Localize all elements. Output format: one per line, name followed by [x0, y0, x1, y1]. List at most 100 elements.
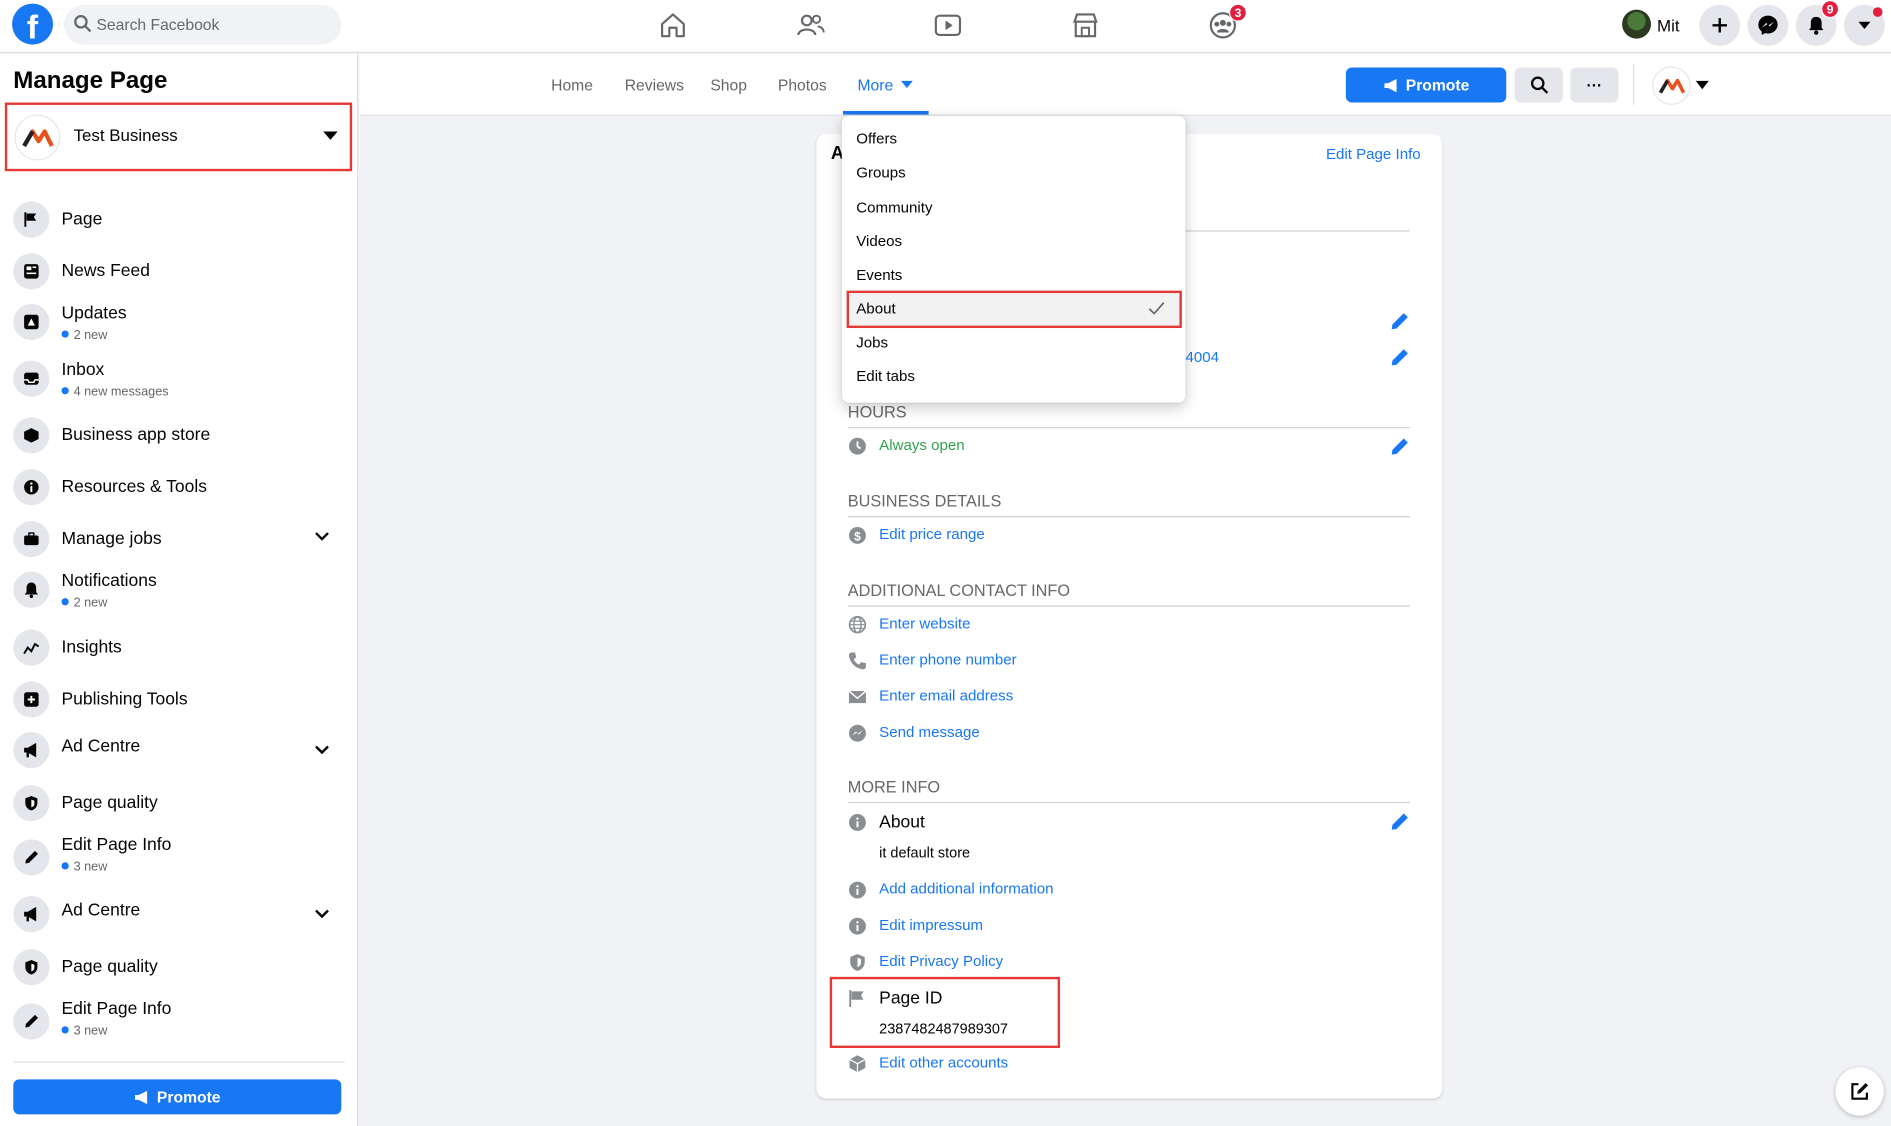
friends-icon[interactable] [795, 10, 826, 41]
sidebar-item-ad-centre[interactable]: Ad Centre [13, 728, 345, 771]
tab-shop[interactable]: Shop [710, 76, 747, 94]
about-label: About [879, 812, 925, 833]
shield-icon [850, 953, 865, 971]
sidebar-item-page-quality[interactable]: Page quality [13, 785, 345, 828]
sidebar-item-sub: 2 new [62, 328, 108, 342]
sidebar-item-manage-jobs[interactable]: Manage jobs [13, 520, 345, 564]
create-button[interactable] [1699, 4, 1741, 46]
sidebar-item-page-quality-2[interactable]: Page quality [13, 949, 345, 992]
new-message-button[interactable] [1835, 1067, 1884, 1116]
sidebar-item-page[interactable]: Page [13, 201, 345, 244]
sidebar-item-inbox[interactable]: Inbox 4 new messages [13, 360, 345, 404]
sidebar-item-resources-tools[interactable]: Resources & Tools [13, 469, 345, 512]
home-icon[interactable] [657, 10, 688, 41]
email-link[interactable]: Enter email address [879, 687, 1013, 704]
sidebar-item-business-app-store[interactable]: Business app store [13, 417, 345, 460]
sidebar-item-edit-page-info-2[interactable]: Edit Page Info 3 new [13, 1000, 345, 1043]
send-message-link[interactable]: Send message [879, 724, 980, 741]
megaphone-icon [1384, 78, 1397, 92]
dropdown-item-about[interactable]: About [856, 300, 895, 317]
impressum-link[interactable]: Edit impressum [879, 917, 983, 934]
add-info-link[interactable]: Add additional information [879, 880, 1053, 897]
tab-home[interactable]: Home [551, 76, 593, 94]
more-tabs-dropdown: Offers Groups Community Videos Events Ab… [841, 115, 1186, 403]
contact-partial-number[interactable]: 4004 [1185, 349, 1219, 366]
chevron-down-icon[interactable] [315, 532, 329, 542]
caret-down-icon[interactable] [1695, 80, 1709, 90]
pencil-icon[interactable] [1389, 346, 1411, 368]
pencil-icon[interactable] [1389, 435, 1411, 457]
privacy-link[interactable]: Edit Privacy Policy [879, 953, 1003, 970]
notifications-badge: 9 [1821, 0, 1840, 19]
dropdown-item-videos[interactable]: Videos [856, 233, 902, 250]
hours-heading: HOURS [847, 402, 907, 421]
megaphone-icon [135, 1090, 148, 1104]
dropdown-item-events[interactable]: Events [856, 267, 902, 284]
news-feed-icon [13, 253, 50, 290]
sidebar-item-label: Resources & Tools [61, 477, 207, 497]
tab-more[interactable]: More [857, 76, 914, 94]
sidebar-item-label: Updates [61, 303, 127, 324]
sidebar-item-insights[interactable]: Insights [13, 629, 345, 673]
other-accounts-link[interactable]: Edit other accounts [879, 1054, 1008, 1071]
dropdown-item-edit-tabs[interactable]: Edit tabs [856, 368, 915, 385]
phone-icon [849, 652, 866, 670]
promote-button[interactable]: Promote [1345, 67, 1507, 103]
sidebar-promote-button[interactable]: Promote [13, 1079, 342, 1115]
insights-chart-icon [13, 629, 50, 666]
sidebar-item-sub: 2 new [62, 596, 108, 610]
phone-link[interactable]: Enter phone number [879, 651, 1016, 668]
tab-reviews[interactable]: Reviews [625, 76, 684, 94]
more-info-heading: MORE INFO [847, 777, 941, 796]
clock-icon [849, 437, 866, 455]
section-divider [847, 801, 1410, 804]
sidebar-item-news-feed[interactable]: News Feed [13, 253, 345, 296]
messenger-icon [849, 724, 866, 742]
sidebar-item-label: Page quality [61, 957, 158, 977]
chevron-down-icon[interactable] [315, 745, 329, 755]
sidebar-item-sub: 4 new messages [62, 385, 169, 399]
inbox-icon [13, 360, 50, 397]
info-icon [13, 469, 50, 506]
pencil-icon[interactable] [1389, 310, 1411, 332]
business-logo [14, 114, 61, 161]
marketplace-icon[interactable] [1070, 10, 1101, 41]
messenger-button[interactable] [1747, 4, 1789, 46]
facebook-logo-icon[interactable]: f [12, 3, 54, 45]
watch-icon[interactable] [932, 10, 963, 41]
pencil-icon[interactable] [1389, 810, 1411, 832]
sidebar-item-notifications[interactable]: Notifications 2 new [13, 571, 345, 615]
website-link[interactable]: Enter website [879, 615, 970, 632]
search-icon [1530, 76, 1548, 94]
dropdown-item-groups[interactable]: Groups [856, 164, 905, 181]
sidebar-item-publishing-tools[interactable]: Publishing Tools [13, 681, 345, 724]
dollar-icon: $ [849, 527, 866, 544]
sidebar-item-ad-centre-2[interactable]: Ad Centre [13, 892, 345, 935]
sidebar-item-label: Manage jobs [61, 529, 162, 549]
plus-icon [1712, 18, 1727, 33]
sidebar-item-edit-page-info[interactable]: Edit Page Info 3 new [13, 836, 345, 879]
tab-photos[interactable]: Photos [778, 76, 827, 94]
sidebar-item-label: Notifications [61, 571, 157, 591]
search-input[interactable]: Search Facebook [63, 4, 342, 45]
page-tab-bar: Home Reviews Shop Photos More Promote ··… [359, 54, 1891, 116]
sidebar-item-label: Page [61, 209, 103, 230]
sidebar-item-sub: 3 new [62, 1024, 108, 1038]
dropdown-item-community[interactable]: Community [856, 199, 932, 216]
dropdown-item-jobs[interactable]: Jobs [856, 334, 888, 351]
chevron-down-icon[interactable] [315, 909, 329, 919]
business-switcher[interactable]: Test Business [4, 102, 353, 172]
sidebar-item-updates[interactable]: Updates 2 new [13, 303, 345, 347]
page-search-button[interactable] [1514, 67, 1563, 103]
business-details-heading: BUSINESS DETAILS [847, 492, 1002, 511]
page-profile-switcher[interactable] [1652, 66, 1691, 105]
search-icon [74, 15, 92, 33]
dropdown-item-offers[interactable]: Offers [856, 130, 897, 147]
more-options-button[interactable]: ··· [1570, 67, 1619, 103]
price-range-link[interactable]: Edit price range [879, 526, 985, 543]
edit-page-info-link[interactable]: Edit Page Info [1326, 146, 1421, 163]
dropdown-selected-highlight [846, 290, 1182, 329]
hours-value: Always open [879, 436, 965, 454]
checkmark-icon [1148, 302, 1165, 315]
cube-icon [849, 1055, 866, 1073]
